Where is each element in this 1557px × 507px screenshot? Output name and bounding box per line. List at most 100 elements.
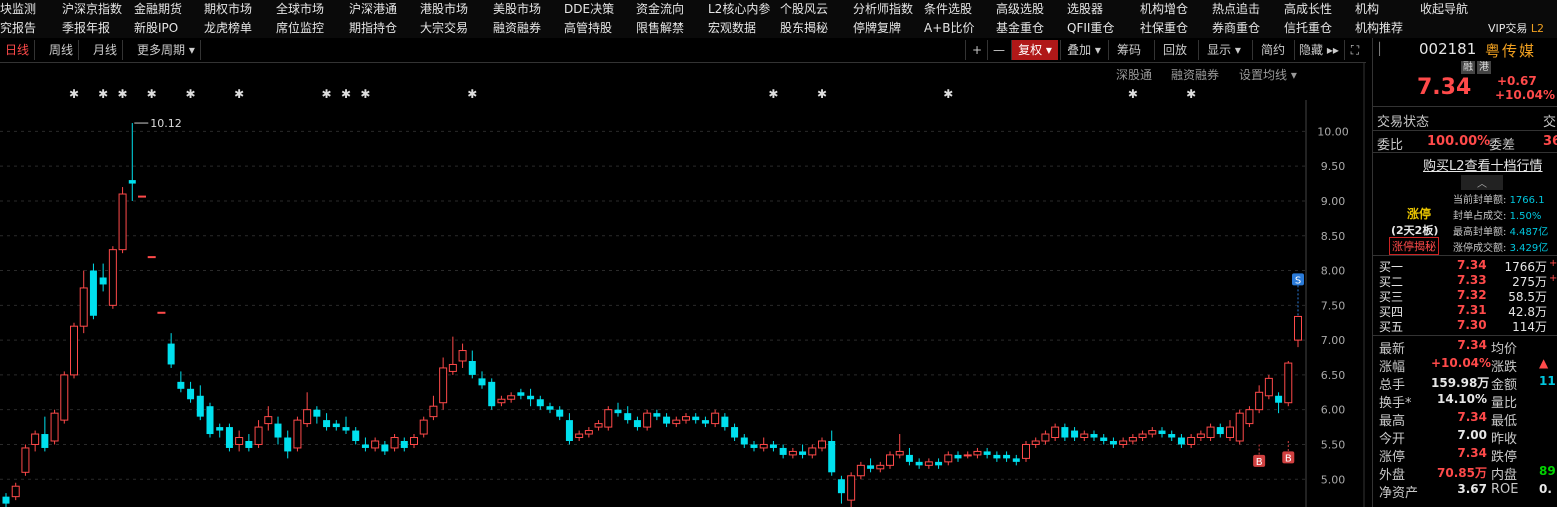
replay-button[interactable]: 回放 bbox=[1154, 40, 1195, 60]
stat-value: +10.04% bbox=[1431, 356, 1492, 370]
candle-body bbox=[536, 399, 544, 407]
menu-item[interactable]: L2核心内参 bbox=[708, 0, 770, 19]
sell-marker-label: S bbox=[1295, 275, 1301, 286]
menu-item[interactable]: 个股风云 bbox=[780, 0, 828, 19]
candle-body bbox=[993, 454, 1001, 459]
menu-item[interactable]: 沪深京指数 bbox=[62, 0, 122, 19]
buy-l2-link[interactable]: 购买L2查看十档行情 bbox=[1423, 155, 1543, 174]
menu-item[interactable]: 券商重仓 bbox=[1212, 19, 1260, 38]
more-periods-label: 更多周期 bbox=[137, 43, 186, 57]
simple-button[interactable]: 简约 bbox=[1252, 40, 1293, 60]
vip-trade-link[interactable]: VIP交易 L2 bbox=[1488, 19, 1544, 38]
candle-body bbox=[303, 409, 312, 425]
menu-item[interactable]: 分析师指数 bbox=[853, 0, 913, 19]
menu-item[interactable]: 热点追击 bbox=[1212, 0, 1260, 19]
menu-item[interactable]: 高管持股 bbox=[564, 19, 612, 38]
tab-weekly[interactable]: 周线 bbox=[44, 40, 80, 60]
menu-item[interactable]: 高级选股 bbox=[996, 0, 1044, 19]
candle-body bbox=[594, 423, 603, 428]
stock-tags: 融港 bbox=[1461, 59, 1493, 74]
menu-item[interactable]: 季报年报 bbox=[62, 19, 110, 38]
bid-price: 7.31 bbox=[1457, 303, 1487, 317]
menu-item[interactable]: 金融期货 bbox=[134, 0, 182, 19]
hide-button[interactable]: 隐藏 ▸▸ bbox=[1294, 40, 1343, 60]
candle-body bbox=[876, 464, 885, 470]
menu-item[interactable]: 限售解禁 bbox=[636, 19, 684, 38]
overlay-button[interactable]: 叠加 ▾ bbox=[1060, 40, 1107, 60]
menu-item[interactable]: 机构推荐 bbox=[1355, 19, 1403, 38]
zoom-in-button[interactable]: + bbox=[965, 40, 988, 60]
limit-row: 当前封单额: 1766.1 bbox=[1453, 195, 1545, 206]
menu-item[interactable]: 机构增仓 bbox=[1140, 0, 1188, 19]
menu-item[interactable]: 机构 bbox=[1355, 0, 1379, 19]
candle-body bbox=[1061, 427, 1069, 438]
menu-item[interactable]: 资金流向 bbox=[636, 0, 684, 19]
menu-item[interactable]: 高成长性 bbox=[1284, 0, 1332, 19]
candle-body bbox=[915, 461, 923, 466]
high-label: 10.12 bbox=[150, 117, 182, 130]
stat-label-2: 昨收 bbox=[1491, 432, 1518, 447]
stat-label: 涨停 bbox=[1379, 450, 1406, 465]
menu-item[interactable]: 新股IPO bbox=[134, 19, 178, 38]
menu-item[interactable]: A+B比价 bbox=[924, 19, 975, 38]
menu-item[interactable]: 选股器 bbox=[1067, 0, 1103, 19]
menu-item[interactable]: 港股市场 bbox=[420, 0, 468, 19]
menu-item[interactable]: 信托重仓 bbox=[1284, 19, 1332, 38]
tab-monthly[interactable]: 月线 bbox=[88, 40, 124, 60]
menu-item[interactable]: 沪深港通 bbox=[349, 0, 397, 19]
candle-body bbox=[245, 440, 253, 448]
chevron-up-icon[interactable]: ︿ bbox=[1461, 175, 1503, 190]
expand-icon[interactable]: ⛶ bbox=[1344, 40, 1365, 60]
menu-item[interactable]: 块监测 bbox=[0, 0, 36, 19]
event-marker-icon: ✱ bbox=[341, 87, 351, 101]
candle-body bbox=[108, 249, 117, 306]
menu-item[interactable]: 融资融券 bbox=[493, 19, 541, 38]
menu-item[interactable]: 究报告 bbox=[0, 19, 36, 38]
menu-item[interactable]: 期指持仓 bbox=[349, 19, 397, 38]
menu-item[interactable]: 条件选股 bbox=[924, 0, 972, 19]
candle-body bbox=[167, 343, 175, 365]
candle-body bbox=[138, 195, 146, 198]
menu-item[interactable]: 社保重仓 bbox=[1140, 19, 1188, 38]
price-tick-label: 6.00 bbox=[1321, 404, 1346, 417]
menu-item[interactable]: 收起导航 bbox=[1420, 0, 1468, 19]
candle-body bbox=[206, 406, 214, 435]
candle-body bbox=[284, 437, 292, 452]
bid-change: +2 bbox=[1549, 273, 1557, 284]
menu-item[interactable]: QFII重仓 bbox=[1067, 19, 1114, 38]
candle-body bbox=[886, 454, 894, 466]
limit-reveal-button[interactable]: 涨停揭秘 bbox=[1389, 237, 1439, 255]
menu-item[interactable]: 全球市场 bbox=[276, 0, 324, 19]
stat-value-2: 89. bbox=[1539, 464, 1557, 478]
candle-body bbox=[264, 416, 273, 425]
candle-body bbox=[818, 440, 826, 449]
display-button[interactable]: 显示 ▾ bbox=[1198, 40, 1249, 60]
chip-button[interactable]: 筹码 bbox=[1108, 40, 1149, 60]
menu-item[interactable]: DDE决策 bbox=[564, 0, 614, 19]
menu-item[interactable]: 席位监控 bbox=[276, 19, 324, 38]
menu-item[interactable]: 期权市场 bbox=[204, 0, 252, 19]
event-marker-icon: ✱ bbox=[234, 87, 244, 101]
event-marker-icon: ✱ bbox=[817, 87, 827, 101]
menu-item[interactable]: 基金重仓 bbox=[996, 19, 1044, 38]
stat-value: 70.85万 bbox=[1437, 466, 1487, 480]
zoom-out-button[interactable]: — bbox=[987, 40, 1010, 60]
stat-label-2: 最低 bbox=[1491, 414, 1518, 429]
candle-body bbox=[50, 412, 59, 442]
kline-chart[interactable]: 10.00 9.50 9.00 8.50 8.00 7.50 7.00 6.50 6.00 5.5… bbox=[0, 62, 1366, 507]
event-marker-icon: ✱ bbox=[147, 87, 157, 101]
buy-marker-label: B bbox=[1256, 457, 1263, 468]
tab-daily[interactable]: 日线 bbox=[0, 40, 36, 60]
collapse-icon[interactable]: │ bbox=[1376, 42, 1383, 56]
stat-label: 外盘 bbox=[1379, 468, 1406, 483]
tab-more-periods[interactable]: 更多周期 ▾ bbox=[132, 40, 201, 60]
menu-item[interactable]: 美股市场 bbox=[493, 0, 541, 19]
candle-body bbox=[1196, 433, 1205, 439]
menu-item[interactable]: 龙虎榜单 bbox=[204, 19, 252, 38]
candle-body bbox=[1138, 433, 1147, 439]
menu-item[interactable]: 停牌复牌 bbox=[853, 19, 901, 38]
fq-button[interactable]: 复权 ▾ bbox=[1011, 40, 1058, 60]
menu-item[interactable]: 大宗交易 bbox=[420, 19, 468, 38]
menu-item[interactable]: 宏观数据 bbox=[708, 19, 756, 38]
menu-item[interactable]: 股东揭秘 bbox=[780, 19, 828, 38]
